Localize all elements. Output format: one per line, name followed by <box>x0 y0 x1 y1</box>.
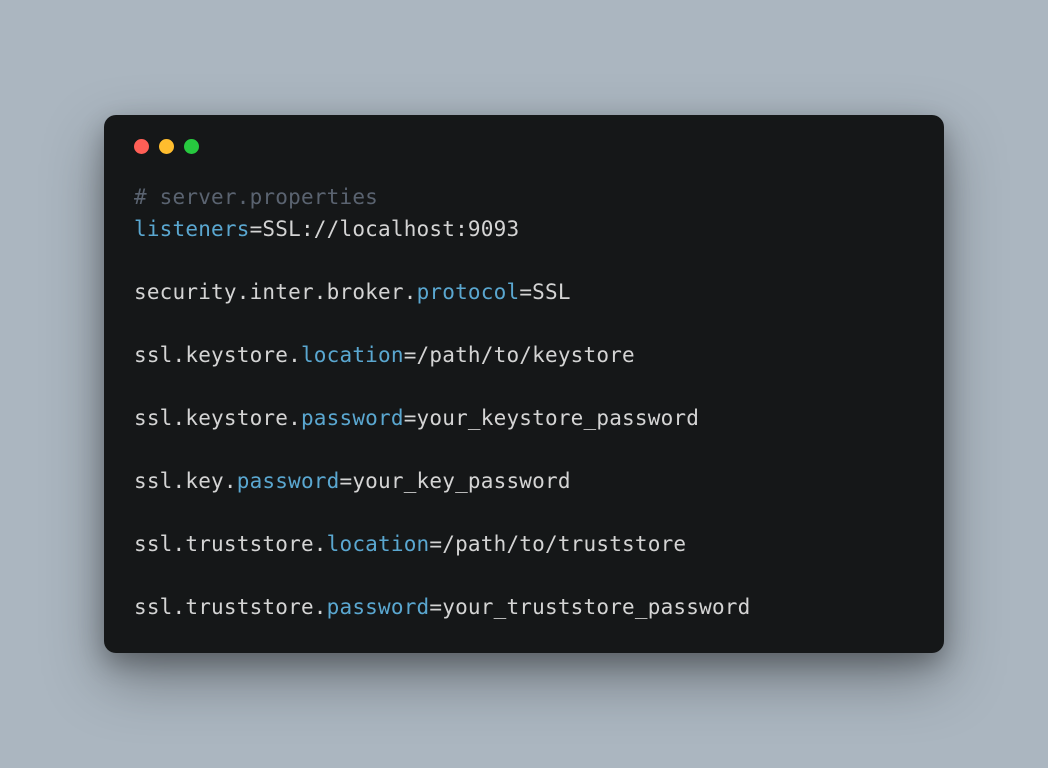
code-text: ssl.truststore. <box>134 595 327 619</box>
code-text: ssl.key. <box>134 469 237 493</box>
window-titlebar <box>134 139 914 154</box>
code-key: password <box>327 595 430 619</box>
code-key: listeners <box>134 217 250 241</box>
code-value: =your_keystore_password <box>404 406 699 430</box>
maximize-icon[interactable] <box>184 139 199 154</box>
code-value: =your_key_password <box>340 469 571 493</box>
code-value: =SSL://localhost:9093 <box>250 217 520 241</box>
code-value: =SSL <box>519 280 570 304</box>
code-key: password <box>237 469 340 493</box>
code-text: ssl.truststore. <box>134 532 327 556</box>
code-value: =/path/to/keystore <box>404 343 635 367</box>
code-block: # server.properties listeners=SSL://loca… <box>134 182 914 623</box>
code-key: password <box>301 406 404 430</box>
code-comment: # server.properties <box>134 185 378 209</box>
code-text: ssl.keystore. <box>134 406 301 430</box>
code-key: protocol <box>417 280 520 304</box>
code-text: ssl.keystore. <box>134 343 301 367</box>
code-key: location <box>301 343 404 367</box>
code-value: =your_truststore_password <box>429 595 750 619</box>
code-value: =/path/to/truststore <box>429 532 686 556</box>
minimize-icon[interactable] <box>159 139 174 154</box>
close-icon[interactable] <box>134 139 149 154</box>
code-window: # server.properties listeners=SSL://loca… <box>104 115 944 653</box>
code-key: location <box>327 532 430 556</box>
code-text: security.inter.broker. <box>134 280 417 304</box>
